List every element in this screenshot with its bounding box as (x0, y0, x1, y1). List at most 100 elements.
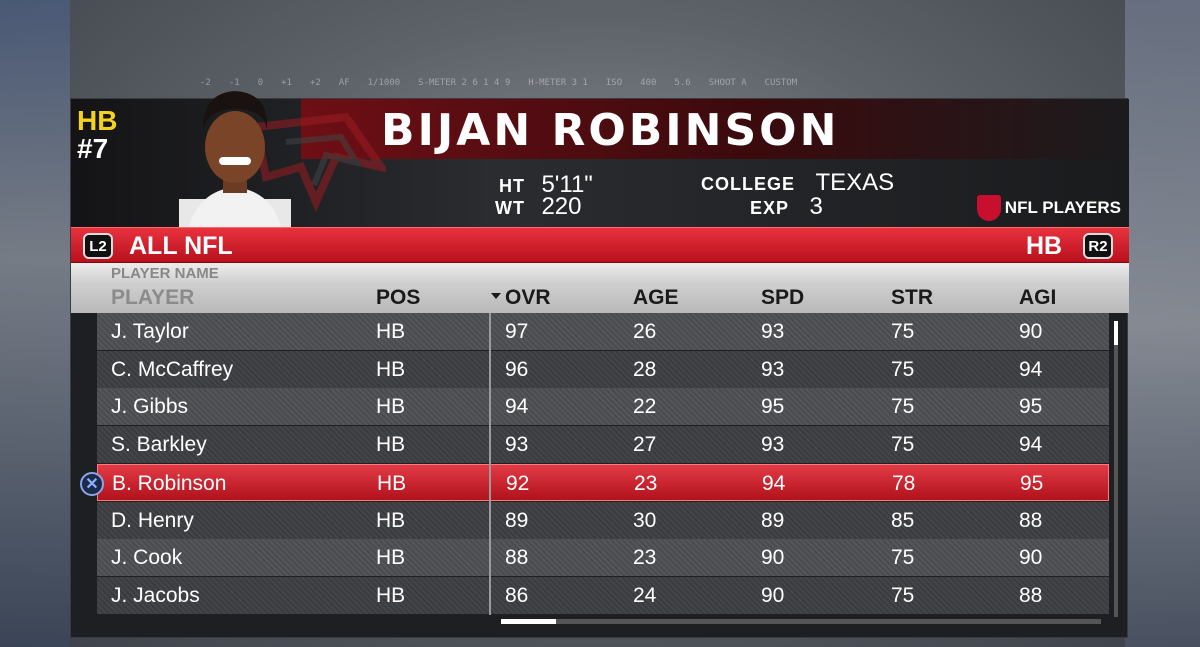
age-cell: 27 (633, 433, 657, 457)
str-cell: 75 (891, 583, 915, 607)
agi-cell: 95 (1019, 395, 1043, 419)
age-cell: 26 (633, 320, 657, 343)
pos-cell: HB (376, 546, 406, 570)
ovr-cell: 89 (505, 508, 529, 532)
table-row[interactable]: J. Cook HB 88 23 90 75 90 (97, 539, 1109, 577)
hud-item: 1/1000 (367, 78, 401, 88)
cross-button-icon[interactable]: ✕ (80, 471, 104, 496)
spd-cell: 95 (761, 395, 785, 419)
position-badge: HB (77, 105, 118, 136)
table-row[interactable]: J. Gibbs HB 94 22 95 75 95 (97, 388, 1109, 426)
hud-item: CUSTOM (764, 78, 798, 88)
agi-cell: 90 (1019, 320, 1043, 343)
player-name-cell: J. Taylor (111, 320, 189, 343)
col-str[interactable]: STR (891, 286, 933, 310)
vertical-scroll-thumb[interactable] (1114, 321, 1118, 345)
hud-item: AF (338, 78, 350, 88)
spd-cell: 90 (761, 546, 785, 570)
age-cell: 22 (633, 395, 657, 419)
age-cell: 23 (633, 546, 657, 570)
college-label: COLLEGE (701, 174, 796, 194)
table-row[interactable]: J. Jacobs HB 86 24 90 75 88 (97, 576, 1109, 614)
player-header: HB #7 BIJAN ROBINSON HT 5'11" WT 220 COL… (71, 91, 1129, 227)
table-row-selected[interactable]: ✕ B. Robinson HB 92 23 94 78 95 (80, 463, 1109, 501)
col-spd[interactable]: SPD (761, 286, 804, 310)
pos-cell: HB (376, 357, 406, 381)
experience-row: EXP 3 (750, 193, 823, 221)
weight-row: WT 220 (495, 193, 581, 221)
hud-item: ISO (605, 78, 623, 88)
table-row[interactable]: D. Henry HB 89 30 89 85 88 (97, 501, 1109, 539)
spd-cell: 90 (761, 583, 785, 607)
league-filter[interactable]: ALL NFL (129, 232, 233, 261)
background-right (1125, 0, 1200, 647)
col-ovr[interactable]: OVR (505, 286, 551, 310)
player-name-cell: J. Gibbs (111, 395, 189, 419)
pos-cell: HB (376, 433, 406, 457)
column-header-row: PLAYER POS OVR AGE SPD STR AGI (71, 283, 1129, 313)
filter-bar: L2 ALL NFL HB R2 (71, 227, 1129, 263)
experience-label: EXP (750, 198, 790, 218)
nfl-players-logo: NFL PLAYERS (976, 195, 1121, 221)
camera-hud-strip: -2 -1 0 +1 +2 AF 1/1000 S-METER 2 6 1 4 9 H-METE… (200, 72, 1000, 94)
ovr-cell: 93 (505, 433, 529, 457)
hud-item: H-METER 3 1 (528, 78, 588, 88)
ovr-cell: 86 (505, 583, 529, 607)
col-player[interactable]: PLAYER (111, 286, 194, 310)
hud-item: +2 (309, 78, 321, 88)
col-agi[interactable]: AGI (1019, 286, 1056, 310)
table-row[interactable]: C. McCaffrey HB 96 28 93 75 94 (97, 350, 1109, 388)
player-name-cell: C. McCaffrey (111, 357, 234, 381)
pos-cell: HB (377, 471, 407, 495)
weight-label: WT (495, 198, 525, 218)
player-name-cell: J. Jacobs (111, 583, 200, 607)
pos-cell: HB (376, 583, 406, 607)
agi-cell: 88 (1019, 583, 1043, 607)
l2-button[interactable]: L2 (83, 233, 113, 259)
r2-button[interactable]: R2 (1083, 233, 1113, 259)
str-cell: 75 (891, 546, 915, 570)
weight-value: 220 (541, 193, 582, 220)
vertical-scrollbar[interactable] (1114, 321, 1118, 617)
hud-item: S-METER 2 6 1 4 9 (418, 78, 511, 88)
spd-cell: 93 (761, 320, 785, 343)
sort-label: PLAYER NAME (111, 265, 219, 282)
player-name-cell: B. Robinson (112, 471, 227, 495)
ovr-cell: 88 (505, 546, 529, 570)
ovr-cell: 97 (505, 320, 529, 343)
col-pos[interactable]: POS (376, 286, 420, 310)
pos-cell: HB (376, 320, 406, 343)
background-left (0, 0, 70, 647)
player-name-cell: S. Barkley (111, 433, 207, 457)
player-card-panel: HB #7 BIJAN ROBINSON HT 5'11" WT 220 COL… (70, 91, 1129, 638)
age-cell: 30 (633, 508, 657, 532)
table-row[interactable]: J. Taylor HB 97 26 93 75 90 (97, 313, 1109, 350)
player-portrait (179, 91, 291, 227)
sort-subheader: PLAYER NAME (71, 263, 1129, 283)
horizontal-scrollbar[interactable] (501, 619, 1101, 624)
pos-cell: HB (376, 395, 406, 419)
agi-cell: 94 (1019, 357, 1043, 381)
ovr-cell: 96 (505, 357, 529, 381)
horizontal-scroll-thumb[interactable] (501, 619, 556, 624)
position-filter[interactable]: HB (1026, 232, 1062, 261)
spd-cell: 94 (762, 471, 786, 495)
spd-cell: 93 (761, 433, 785, 457)
column-divider (489, 313, 491, 615)
str-cell: 85 (891, 508, 915, 532)
hud-item: 5.6 (674, 78, 691, 88)
col-age[interactable]: AGE (633, 286, 679, 310)
agi-cell: 95 (1020, 471, 1044, 495)
player-name-cell: D. Henry (111, 508, 194, 532)
agi-cell: 94 (1019, 433, 1043, 457)
spd-cell: 93 (761, 357, 785, 381)
str-cell: 75 (891, 357, 915, 381)
table-row[interactable]: S. Barkley HB 93 27 93 75 94 (97, 426, 1109, 464)
nfl-players-shield-icon (976, 195, 1001, 221)
str-cell: 75 (891, 433, 915, 457)
str-cell: 78 (892, 471, 916, 495)
hud-item: SHOOT A (708, 78, 747, 88)
hud-item: 400 (640, 78, 657, 88)
age-cell: 28 (633, 357, 657, 381)
college-value: TEXAS (815, 169, 895, 196)
